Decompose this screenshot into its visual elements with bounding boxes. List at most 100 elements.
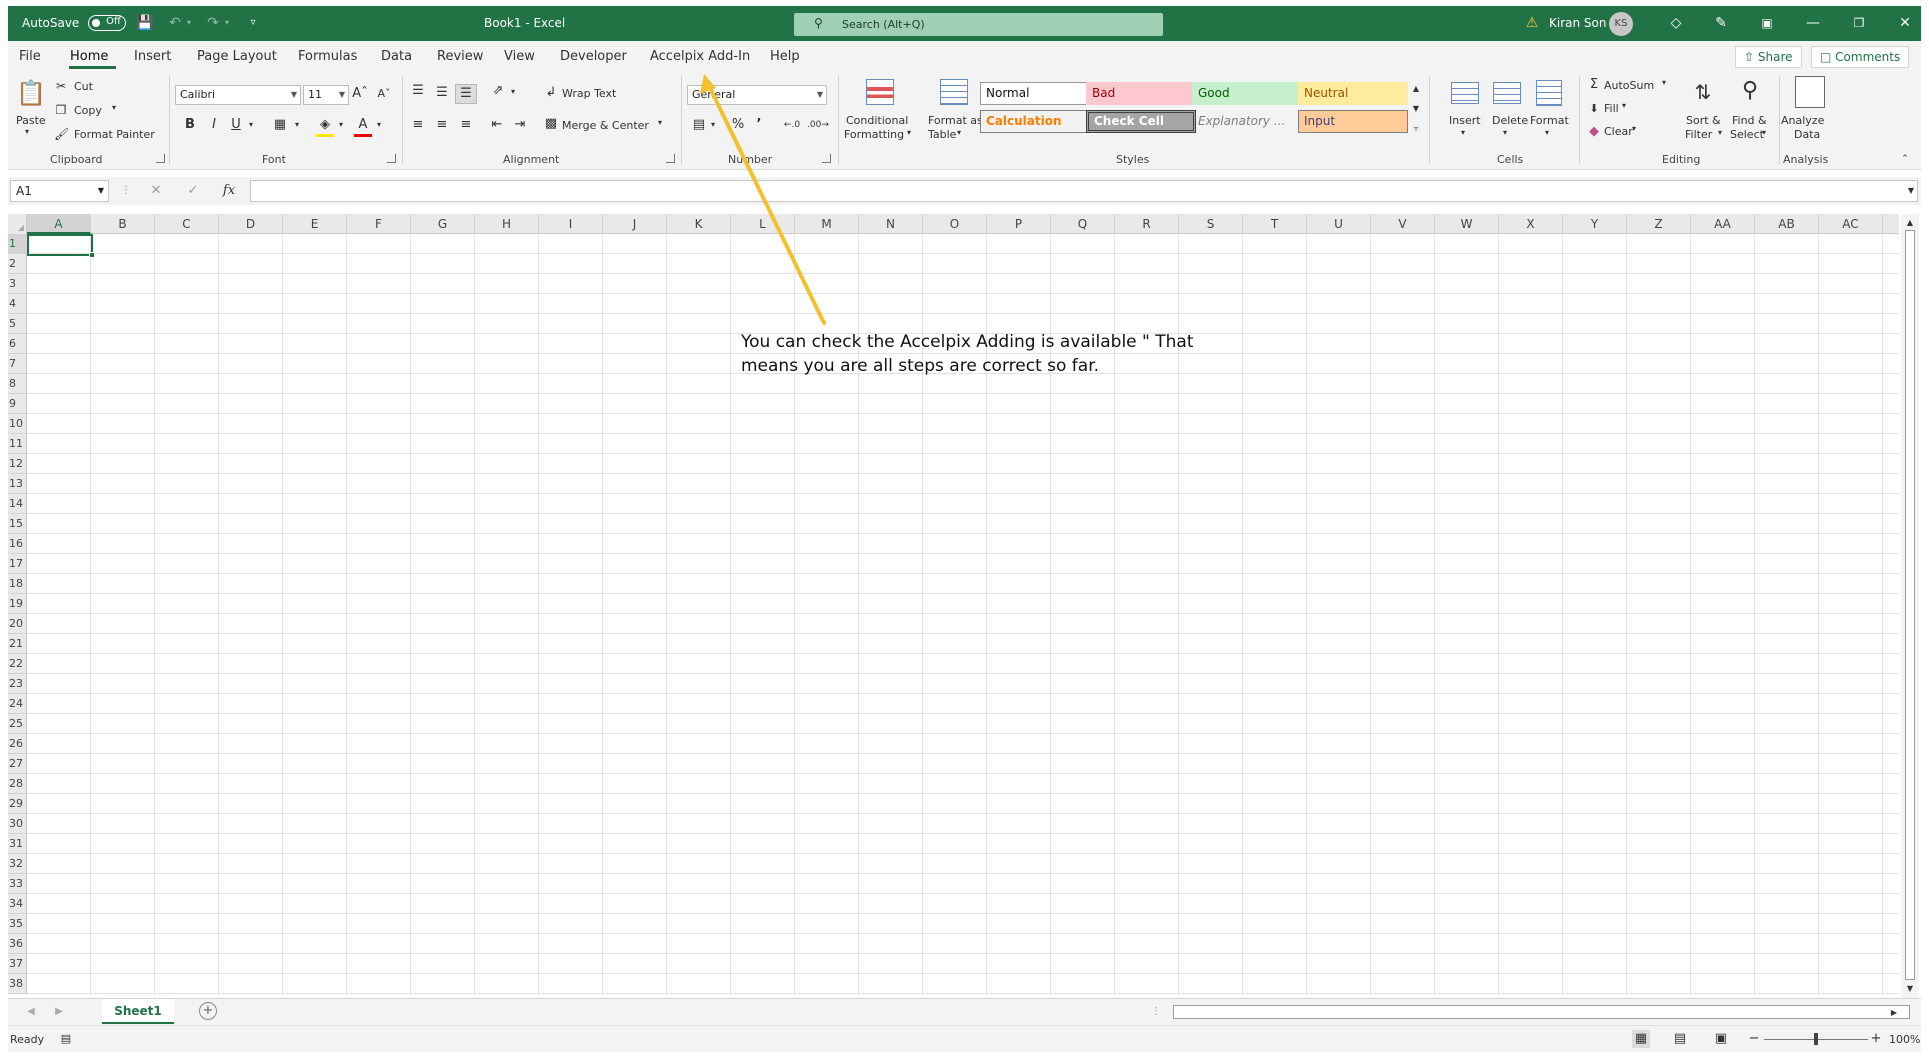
confirm-entry-icon[interactable]: ✓ xyxy=(185,182,201,200)
row-header[interactable]: 27 xyxy=(8,754,27,774)
font-size-select[interactable]: 11 ▼ xyxy=(303,85,349,105)
zoom-in-icon[interactable]: + xyxy=(1870,1030,1882,1048)
tab-review[interactable]: Review xyxy=(437,49,483,64)
restore-icon[interactable]: ❐ xyxy=(1850,14,1868,32)
row-header[interactable]: 21 xyxy=(8,634,27,654)
currency-icon[interactable]: ▤ xyxy=(689,116,709,134)
row-header[interactable]: 3 xyxy=(8,274,27,294)
row-header[interactable]: 13 xyxy=(8,474,27,494)
page-break-view-icon[interactable]: ▣ xyxy=(1712,1030,1730,1048)
zoom-slider-thumb[interactable] xyxy=(1814,1033,1818,1045)
column-header[interactable]: S xyxy=(1179,214,1243,234)
font-color-icon[interactable]: A xyxy=(354,116,372,137)
column-header[interactable]: N xyxy=(859,214,923,234)
column-header[interactable]: W xyxy=(1435,214,1499,234)
column-header[interactable]: K xyxy=(667,214,731,234)
borders-dropdown-icon[interactable]: ▾ xyxy=(292,116,302,134)
orientation-dropdown-icon[interactable]: ▾ xyxy=(508,83,518,101)
share-button[interactable]: ⇧ Share xyxy=(1735,46,1802,68)
column-header[interactable]: Q xyxy=(1051,214,1115,234)
close-icon[interactable]: ✕ xyxy=(1896,14,1914,32)
column-header[interactable]: U xyxy=(1307,214,1371,234)
warning-icon[interactable]: ⚠ xyxy=(1523,14,1541,32)
align-top-icon[interactable]: ☰ xyxy=(408,82,428,100)
number-format-select[interactable]: General ▼ xyxy=(687,85,827,105)
tab-accelpix-add-in[interactable]: Accelpix Add-In xyxy=(650,49,750,64)
underline-dropdown-icon[interactable]: ▾ xyxy=(246,116,256,134)
column-header[interactable]: AA xyxy=(1691,214,1755,234)
decrease-indent-icon[interactable]: ⇤ xyxy=(487,116,507,134)
row-header[interactable]: 14 xyxy=(8,494,27,514)
tab-data[interactable]: Data xyxy=(381,49,412,64)
column-header[interactable]: L xyxy=(731,214,795,234)
row-header[interactable]: 4 xyxy=(8,294,27,314)
tab-page-layout[interactable]: Page Layout xyxy=(197,49,277,64)
style-bad[interactable]: Bad xyxy=(1086,82,1196,105)
currency-dropdown-icon[interactable]: ▾ xyxy=(708,116,718,134)
collapse-ribbon-icon[interactable]: ⌃ xyxy=(1898,150,1912,168)
column-header[interactable]: Y xyxy=(1563,214,1627,234)
row-header[interactable]: 12 xyxy=(8,454,27,474)
avatar[interactable]: KS xyxy=(1609,12,1633,36)
row-header[interactable]: 5 xyxy=(8,314,27,334)
row-header[interactable]: 8 xyxy=(8,374,27,394)
row-header[interactable]: 29 xyxy=(8,794,27,814)
font-color-dropdown-icon[interactable]: ▾ xyxy=(374,116,384,134)
row-header[interactable]: 31 xyxy=(8,834,27,854)
prev-sheet-icon[interactable]: ◀ xyxy=(26,1003,36,1021)
normal-view-icon[interactable]: ▦ xyxy=(1632,1030,1650,1048)
premium-diamond-icon[interactable]: ◇ xyxy=(1667,14,1685,32)
formula-input[interactable] xyxy=(250,180,1918,202)
next-sheet-icon[interactable]: ▶ xyxy=(54,1003,64,1021)
column-header[interactable]: X xyxy=(1499,214,1563,234)
font-family-select[interactable]: Calibri ▼ xyxy=(175,85,301,105)
page-layout-view-icon[interactable]: ▤ xyxy=(1671,1030,1689,1048)
column-header[interactable]: R xyxy=(1115,214,1179,234)
zoom-level[interactable]: 100% xyxy=(1889,1033,1920,1046)
row-header[interactable]: 28 xyxy=(8,774,27,794)
align-right-icon[interactable]: ≡ xyxy=(456,116,476,134)
autosave-toggle[interactable]: Off xyxy=(88,15,126,31)
column-header[interactable]: E xyxy=(283,214,347,234)
tab-insert[interactable]: Insert xyxy=(134,49,171,64)
search-box[interactable]: ⚲ Search (Alt+Q) xyxy=(794,13,1163,36)
gallery-more-icon[interactable]: ▿ xyxy=(1410,120,1422,138)
orientation-icon[interactable]: ⇗ xyxy=(488,82,508,100)
pen-icon[interactable]: ✎ xyxy=(1712,14,1730,32)
column-header[interactable]: M xyxy=(795,214,859,234)
gallery-down-icon[interactable]: ▼ xyxy=(1410,100,1422,118)
scroll-down-icon[interactable]: ▼ xyxy=(1904,980,1916,998)
horizontal-scroll-thumb[interactable] xyxy=(1173,1005,1910,1019)
redo-dropdown-icon[interactable]: ▾ xyxy=(218,14,236,32)
column-header[interactable]: D xyxy=(219,214,283,234)
row-header[interactable]: 37 xyxy=(8,954,27,974)
clipboard-launcher-icon[interactable] xyxy=(156,154,165,163)
row-header[interactable]: 15 xyxy=(8,514,27,534)
style-normal[interactable]: Normal xyxy=(980,82,1090,105)
column-header[interactable]: H xyxy=(475,214,539,234)
fill-color-icon[interactable]: ◈ xyxy=(316,116,334,137)
column-header[interactable]: P xyxy=(987,214,1051,234)
fill-color-dropdown-icon[interactable]: ▾ xyxy=(336,116,346,134)
column-header[interactable]: AB xyxy=(1755,214,1819,234)
align-bottom-icon[interactable]: ☰ xyxy=(455,84,477,104)
column-header[interactable]: AC xyxy=(1819,214,1883,234)
scroll-right-icon[interactable]: ▶ xyxy=(1887,1004,1901,1022)
active-cell-a1[interactable] xyxy=(27,234,95,258)
vertical-scroll-thumb[interactable] xyxy=(1905,230,1915,980)
column-header[interactable]: F xyxy=(347,214,411,234)
vertical-scrollbar[interactable]: ▲ ▼ xyxy=(1901,214,1919,998)
row-header[interactable]: 18 xyxy=(8,574,27,594)
row-header[interactable]: 10 xyxy=(8,414,27,434)
insert-function-icon[interactable]: fx xyxy=(220,182,238,200)
row-header[interactable]: 32 xyxy=(8,854,27,874)
tab-home[interactable]: Home xyxy=(70,49,108,64)
customize-qat-icon[interactable]: ▿ xyxy=(244,14,262,32)
row-header[interactable]: 26 xyxy=(8,734,27,754)
style-good[interactable]: Good xyxy=(1192,82,1302,105)
align-left-icon[interactable]: ≡ xyxy=(408,116,428,134)
column-header[interactable]: G xyxy=(411,214,475,234)
column-header[interactable]: B xyxy=(91,214,155,234)
row-header[interactable]: 19 xyxy=(8,594,27,614)
comments-button[interactable]: □ Comments xyxy=(1811,46,1910,68)
